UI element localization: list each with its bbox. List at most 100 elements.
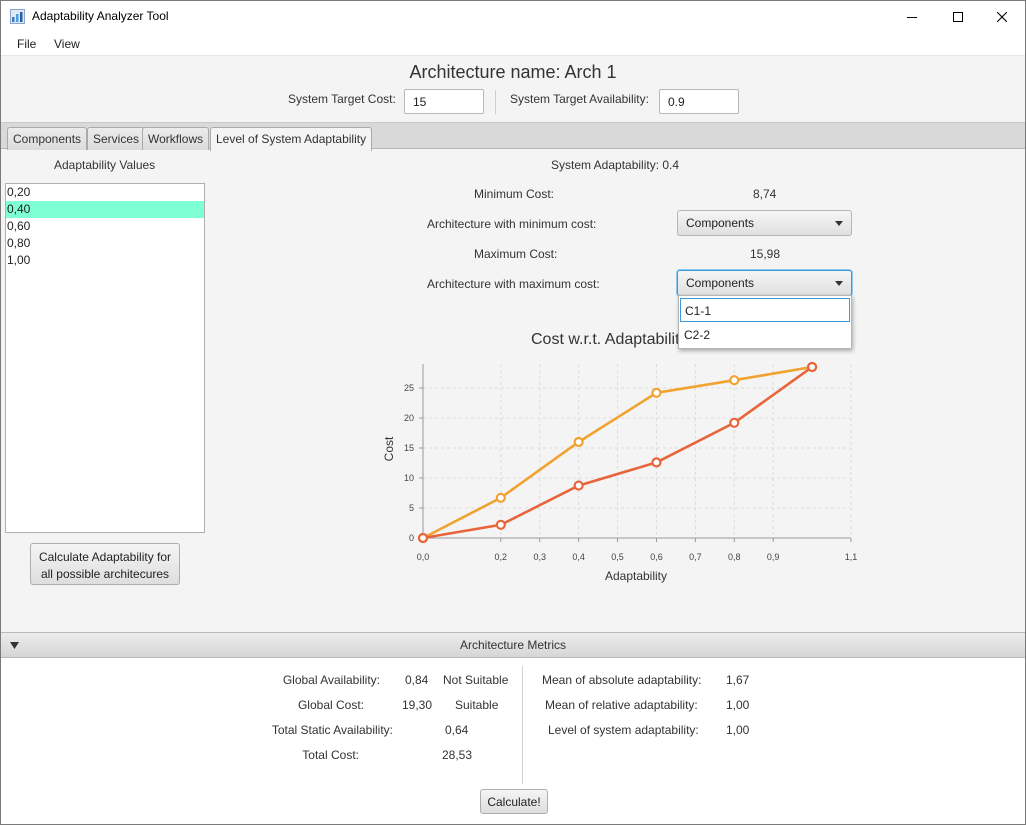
app-window: Adaptability Analyzer Tool File View Arc… (0, 0, 1026, 825)
list-item[interactable]: 0,80 (6, 235, 204, 252)
global-cost-status: Suitable (455, 698, 499, 712)
x-axis-label: Adaptability (605, 569, 667, 583)
menu-file[interactable]: File (17, 37, 36, 51)
calculate-adaptability-label-line2: all possible architecures (40, 567, 170, 581)
architecture-metrics-panel: Global Availability: 0,84 Not Suitable G… (1, 658, 1025, 824)
global-availability-status: Not Suitable (443, 673, 509, 687)
x-tick-label: 0,2 (495, 552, 508, 562)
chart-title: Cost w.r.t. Adaptability (531, 331, 688, 348)
close-icon (997, 11, 1007, 22)
adaptability-values-title: Adaptability Values (54, 158, 156, 172)
global-cost-value: 19,30 (402, 698, 433, 712)
arch-max-cost-label: Architecture with maximum cost: (427, 277, 600, 291)
arch-min-cost-label: Architecture with minimum cost: (427, 217, 597, 231)
x-tick-label: 0,6 (650, 552, 663, 562)
dropdown-option-c1-1[interactable]: C1-1 (680, 298, 850, 322)
x-tick-label: 0,7 (689, 552, 702, 562)
max-cost-value: 15,98 (750, 247, 781, 261)
tab-services[interactable]: Services (87, 127, 146, 150)
data-point-series-1 (729, 375, 740, 386)
list-item[interactable]: 0,40 (6, 201, 204, 218)
y-tick-label: 20 (404, 413, 414, 423)
y-tick-label: 15 (404, 443, 414, 453)
data-point-series-1 (573, 436, 584, 448)
total-cost-label: Total Cost: (302, 748, 359, 762)
calculate-adaptability-label-line1: Calculate Adaptability for (38, 550, 172, 564)
data-point-series-1 (651, 387, 662, 398)
minimize-icon (907, 16, 917, 18)
target-cost-label: System Target Cost: (288, 92, 396, 106)
menu-view[interactable]: View (54, 37, 80, 51)
arch-min-cost-dropdown[interactable]: Components (677, 210, 852, 236)
tab-level-of-system-adaptability[interactable]: Level of System Adaptability (210, 127, 373, 151)
mean-absolute-adaptability-label: Mean of absolute adaptability: (542, 673, 702, 687)
system-adaptability-label: System Adaptability: 0.4 (551, 158, 680, 172)
mean-relative-adaptability-label: Mean of relative adaptability: (545, 698, 698, 712)
data-point-series-2 (495, 519, 506, 530)
x-tick-label: 0,0 (417, 552, 430, 562)
tab-bar: Components Services Workflows Level of S… (1, 122, 1025, 151)
calculate-adaptability-button[interactable]: Calculate Adaptability for all possible … (30, 543, 180, 585)
metrics-divider (522, 666, 523, 784)
x-tick-label: 0,9 (767, 552, 780, 562)
minimize-button[interactable] (889, 1, 935, 32)
data-point-series-2 (417, 532, 429, 544)
maximize-button[interactable] (935, 1, 981, 32)
title-bar: Adaptability Analyzer Tool (1, 1, 1025, 32)
total-static-availability-value: 0,64 (445, 723, 469, 737)
app-icon (10, 9, 25, 24)
header-divider (495, 90, 496, 114)
x-tick-label: 0,5 (611, 552, 624, 562)
data-point-series-1 (495, 492, 506, 503)
list-item[interactable]: 1,00 (6, 252, 204, 269)
architecture-metrics-title: Architecture Metrics (459, 638, 567, 652)
adaptability-values-list[interactable]: 0,20 0,40 0,60 0,80 1,00 (5, 183, 205, 533)
min-cost-label: Minimum Cost: (474, 187, 555, 201)
x-tick-label: 1,1 (845, 552, 858, 562)
list-item[interactable]: 0,60 (6, 218, 204, 235)
arch-max-cost-selected: Components (686, 276, 755, 290)
y-tick-label: 10 (404, 473, 414, 483)
arch-max-cost-options: C1-1 C2-2 (678, 295, 852, 349)
y-tick-label: 0 (409, 533, 414, 543)
global-availability-label: Global Availability: (282, 673, 380, 687)
target-availability-input[interactable]: 0.9 (659, 89, 739, 114)
close-button[interactable] (979, 1, 1025, 32)
chevron-down-icon (835, 281, 843, 286)
menu-bar: File View (1, 32, 1025, 56)
x-tick-label: 0,3 (533, 552, 546, 562)
list-item[interactable]: 0,20 (6, 184, 204, 201)
y-axis-label: Cost (382, 436, 396, 461)
calculate-button[interactable]: Calculate! (480, 789, 548, 814)
plot-background (423, 364, 851, 538)
target-cost-input[interactable]: 15 (404, 89, 484, 114)
mean-relative-adaptability-value: 1,00 (726, 698, 750, 712)
y-tick-label: 5 (409, 503, 414, 513)
header: Architecture name: Arch 1 System Target … (1, 56, 1025, 122)
arch-min-cost-selected: Components (686, 216, 755, 230)
x-tick-label: 0,8 (728, 552, 741, 562)
total-cost-value: 28,53 (442, 748, 473, 762)
window-title: Adaptability Analyzer Tool (32, 9, 169, 23)
total-static-availability-label: Total Static Availability: (271, 723, 393, 737)
data-point-series-2 (573, 480, 584, 491)
target-availability-label: System Target Availability: (510, 92, 649, 106)
min-cost-value: 8,74 (753, 187, 777, 201)
dropdown-option-c2-2[interactable]: C2-2 (680, 323, 850, 347)
tab-workflows[interactable]: Workflows (142, 127, 210, 150)
level-of-system-adaptability-label: Level of system adaptability: (548, 723, 699, 737)
chart-grid (422, 364, 852, 539)
max-cost-label: Maximum Cost: (474, 247, 558, 261)
maximize-icon (953, 11, 963, 22)
data-point-series-2 (806, 361, 818, 373)
arch-max-cost-dropdown[interactable]: Components (677, 270, 852, 296)
architecture-name: Architecture name: Arch 1 (409, 62, 617, 82)
data-point-series-2 (651, 457, 662, 468)
architecture-metrics-header[interactable]: Architecture Metrics (1, 632, 1025, 658)
mean-absolute-adaptability-value: 1,67 (726, 673, 750, 687)
x-tick-label: 0,4 (572, 552, 585, 562)
y-tick-label: 25 (404, 383, 414, 393)
global-cost-label: Global Cost: (297, 698, 364, 712)
cost-vs-adaptability-chart: 0,0 0,2 0,3 0,4 0,5 0,6 0,7 0,8 0,9 1,1 0 5 10 15 20 25… (382, 361, 858, 583)
tab-components[interactable]: Components (7, 127, 88, 150)
